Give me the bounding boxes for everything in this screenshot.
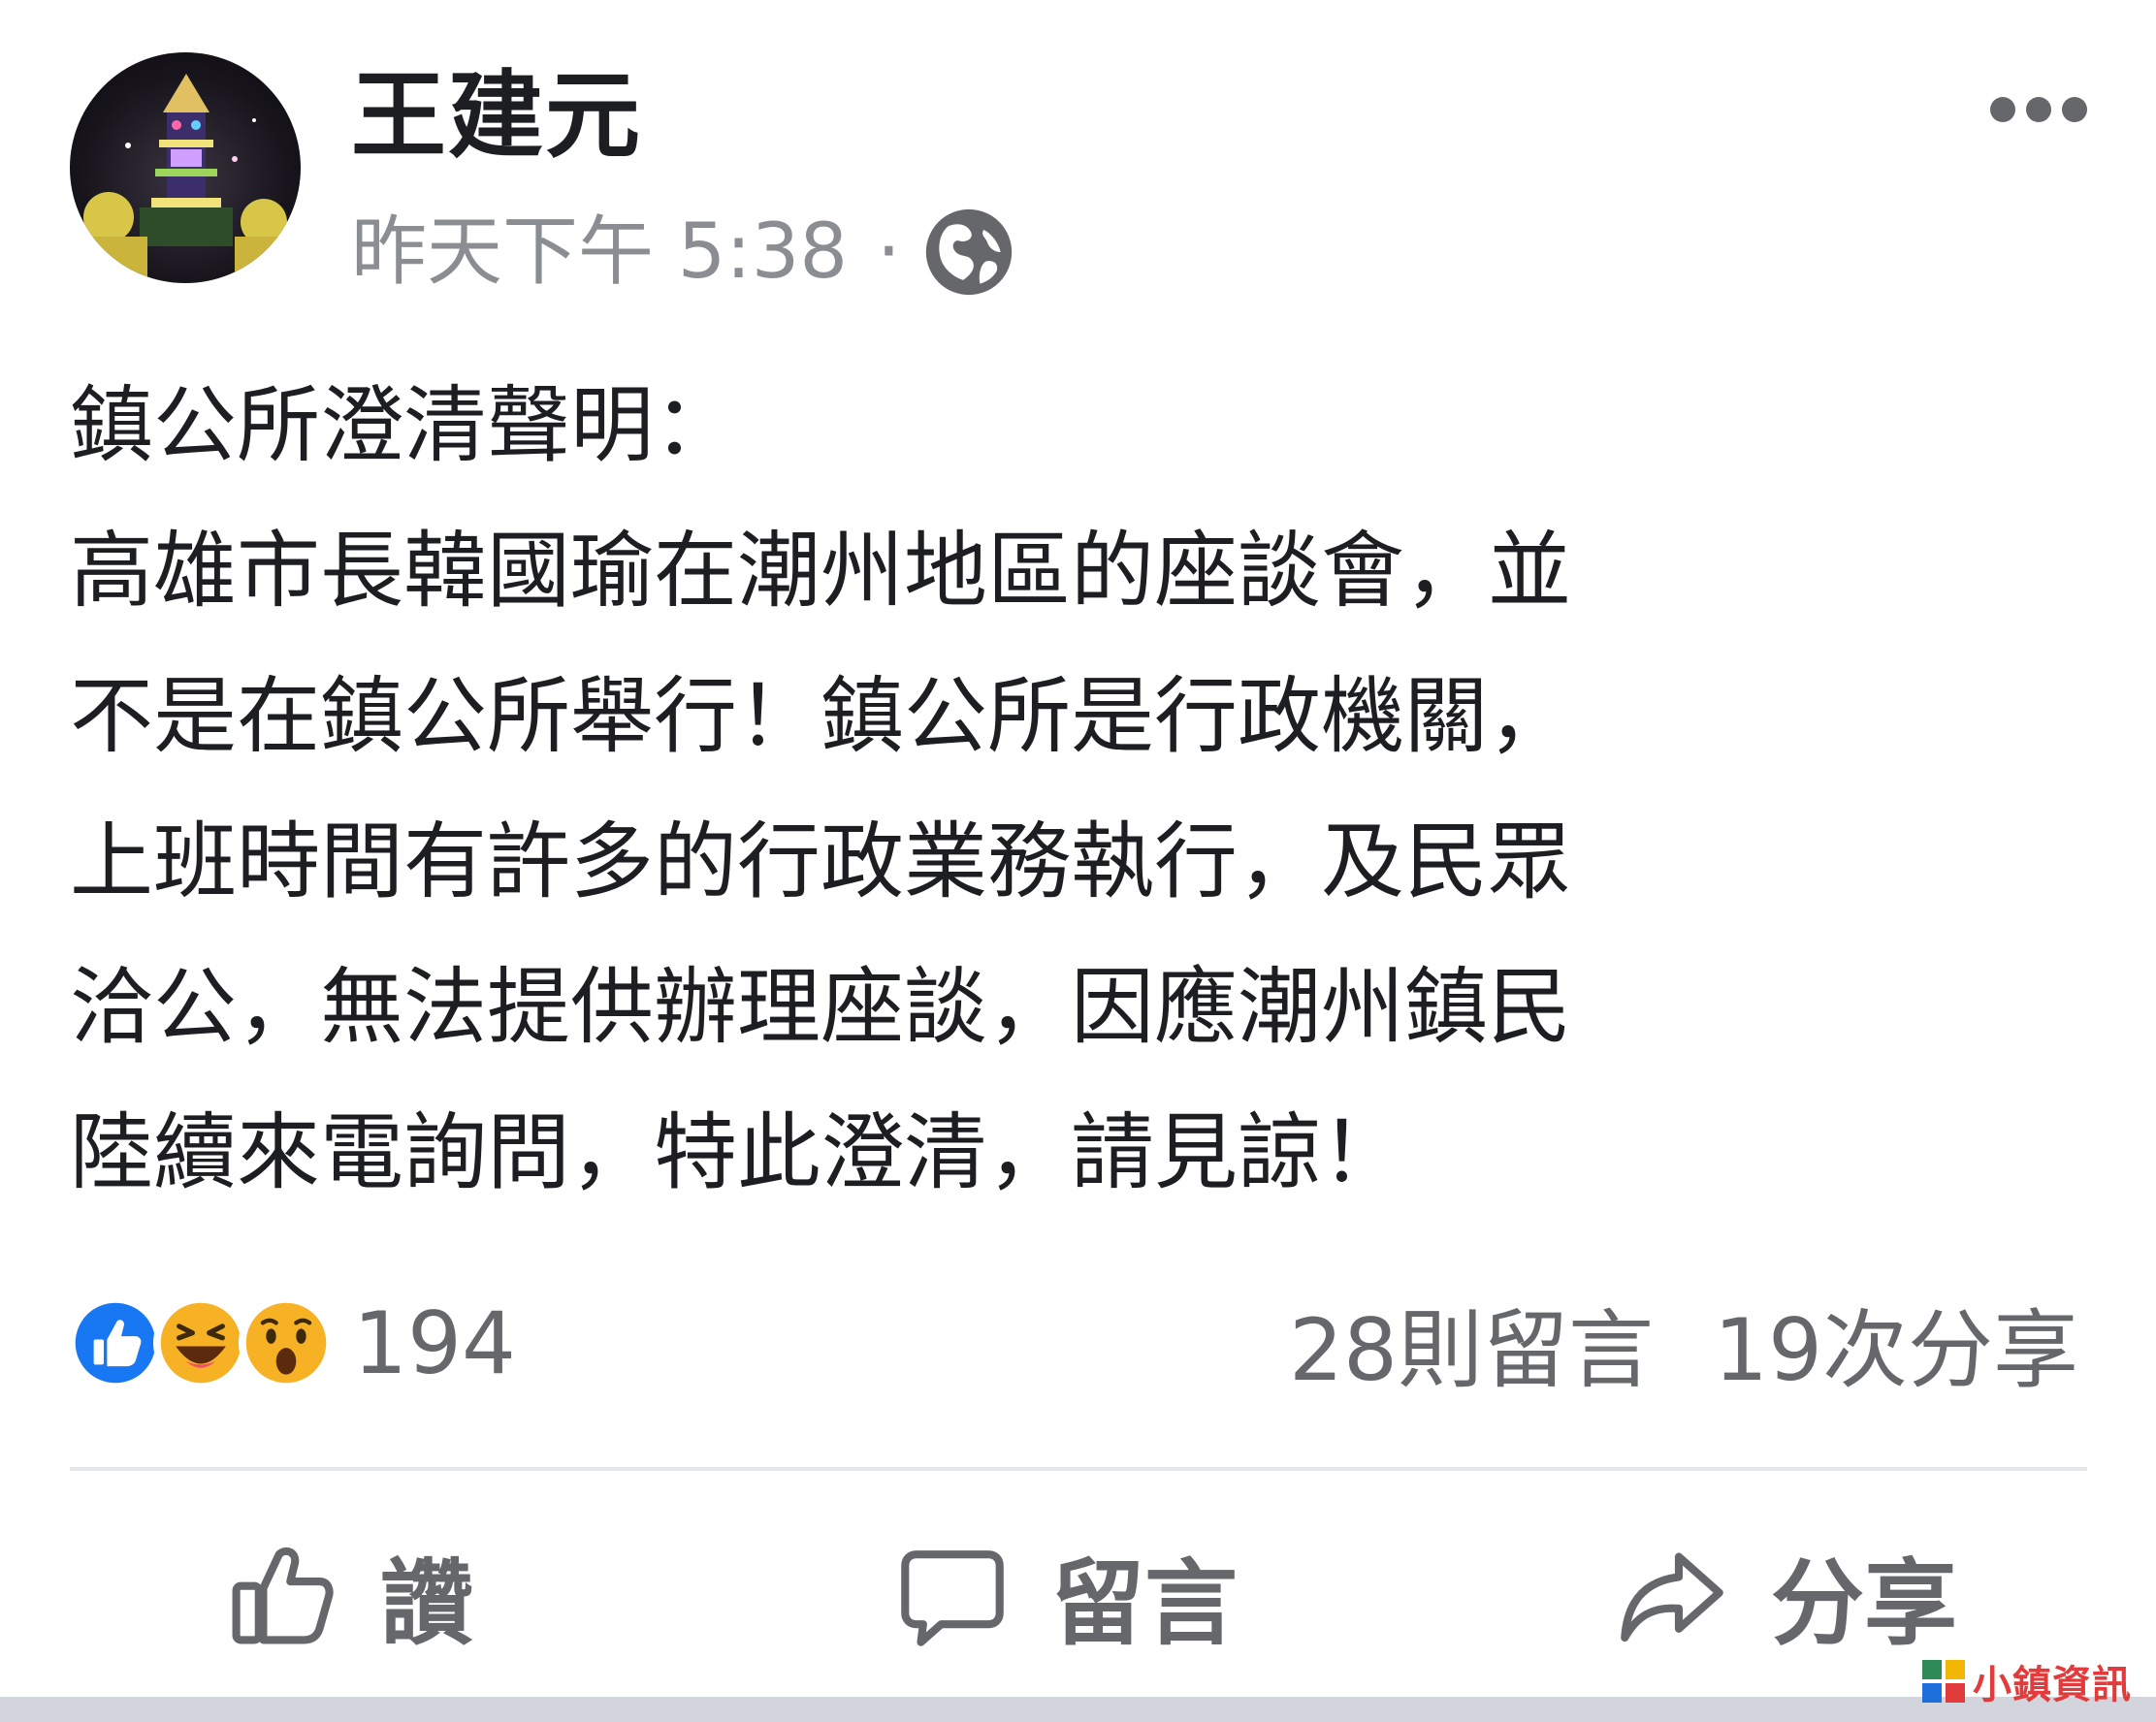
like-label: 讚 [380,1548,473,1658]
more-options-button[interactable] [1990,85,2087,134]
watermark-logo-icon [1922,1660,1965,1703]
haha-reaction-icon [153,1295,248,1390]
avatar-image [83,74,293,283]
reactions-summary[interactable]: 194 [68,1290,516,1396]
share-button[interactable]: 分享 [1616,1532,1957,1658]
more-dot [1990,97,2015,122]
comment-label: 留言 [1051,1548,1238,1658]
divider [70,1467,2087,1471]
post-line: 上班時間有許多的行政業務執行，及民眾 [70,813,1571,910]
bottom-bar [0,1697,2156,1722]
more-dot [2062,97,2087,122]
share-arrow-icon [1621,1552,1723,1642]
reaction-count: 194 [353,1292,516,1393]
avatar[interactable] [70,52,301,283]
meta-separator: · [876,208,901,296]
post-line: 鎮公所澄清聲明： [70,377,737,474]
like-reaction-icon [68,1295,163,1390]
author-name[interactable]: 王建元 [351,60,642,175]
more-dot [2026,97,2051,122]
post-body: 鎮公所澄清聲明： 高雄市長韓國瑜在潮州地區的座談會，並 不是在鎮公所舉行！鎮公所… [70,353,2087,1226]
post-timestamp[interactable]: 昨天下午 5:38 [351,214,848,290]
thumbs-up-icon [232,1547,334,1644]
globe-icon[interactable] [922,206,1015,299]
engagement-stats: 28則留言 19次分享 [1289,1290,2078,1400]
post-line: 不是在鎮公所舉行！鎮公所是行政機關， [70,668,1571,765]
post-line: 高雄市長韓國瑜在潮州地區的座談會，並 [70,523,1571,620]
comment-icon [901,1550,1004,1646]
watermark: 小鎮資訊 [1920,1654,2132,1708]
post-meta: 昨天下午 5:38 · [351,200,1015,304]
post-line: 陸續來電詢問，特此澄清，請見諒！ [70,1104,1404,1201]
wow-reaction-icon [239,1295,334,1390]
comment-button[interactable]: 留言 [896,1532,1238,1658]
like-button[interactable]: 讚 [225,1532,473,1658]
share-count-link[interactable]: 19次分享 [1714,1282,2078,1405]
share-label: 分享 [1771,1548,1957,1658]
comment-count-link[interactable]: 28則留言 [1289,1282,1654,1405]
post-line: 洽公，無法提供辦理座談，因應潮州鎮民 [70,959,1571,1056]
watermark-text: 小鎮資訊 [1973,1663,2132,1707]
